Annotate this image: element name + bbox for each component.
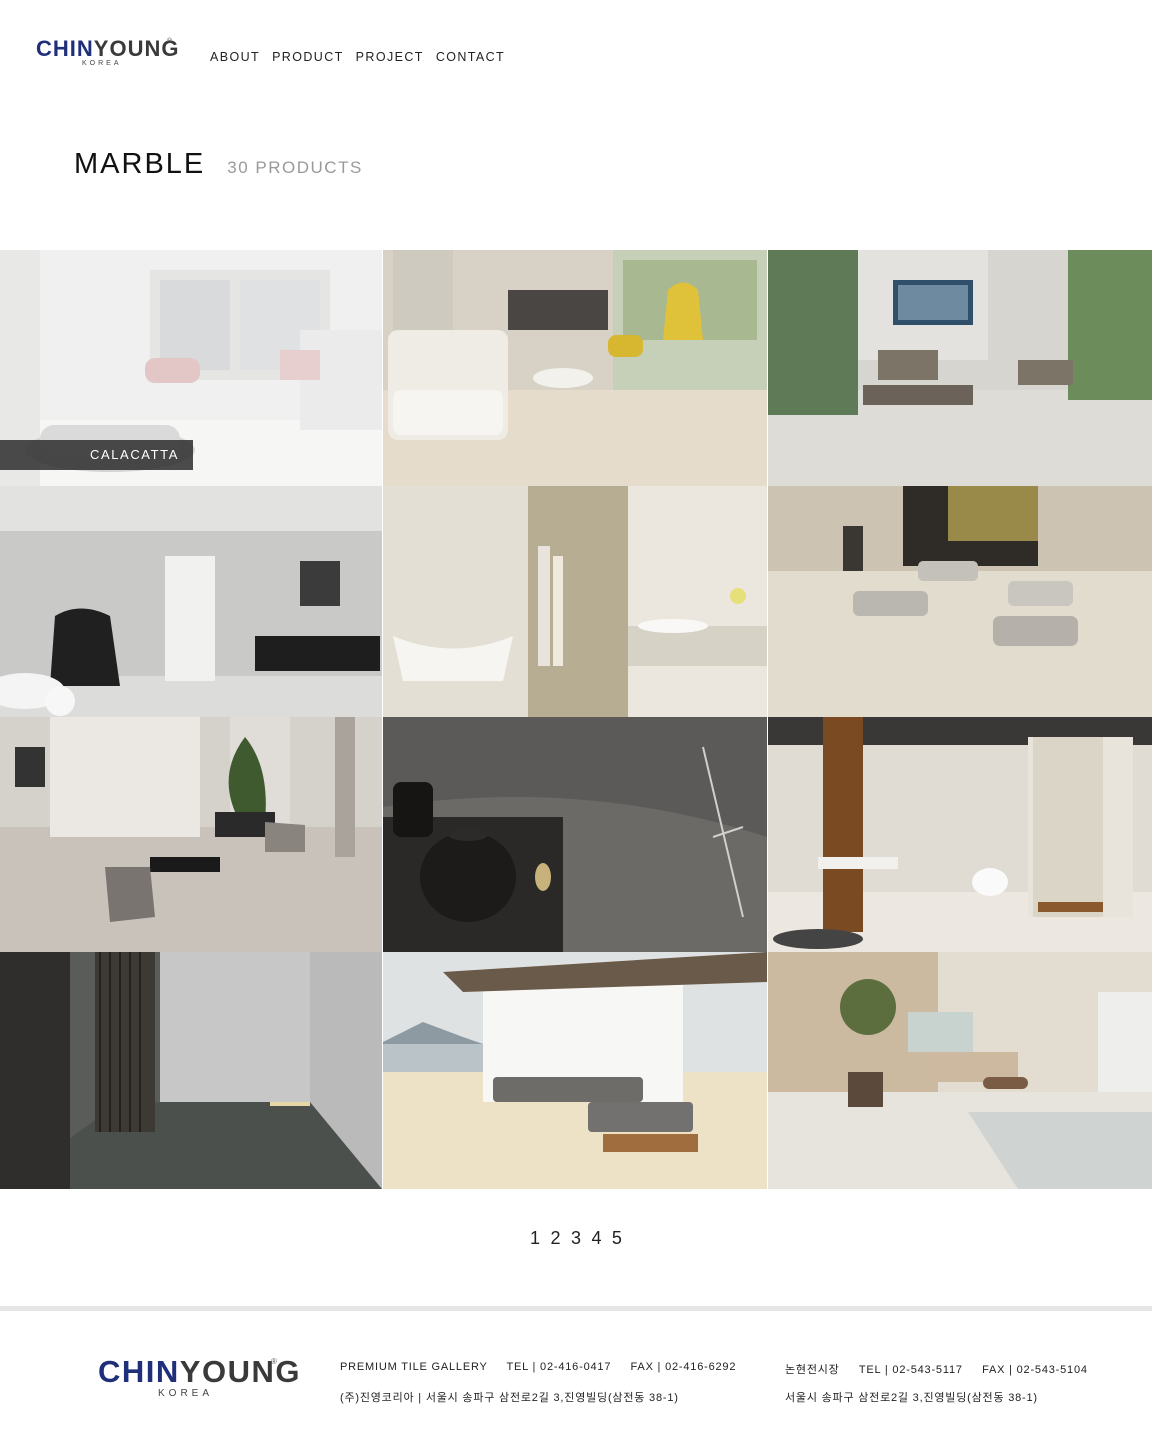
main-nav: ABOUT PRODUCT PROJECT CONTACT: [210, 50, 505, 64]
product-tile-bathroom-beige[interactable]: [383, 486, 767, 717]
product-tile-shower-room-beige[interactable]: [768, 717, 1152, 952]
gallery-address: (주)진영코리아 | 서울시 송파구 삼전로2길 3,진영빌딩(삼전동 38-1…: [340, 1392, 679, 1404]
registered-mark: ®: [167, 38, 173, 45]
product-tile-lobby-benches[interactable]: [768, 486, 1152, 717]
product-image: [768, 486, 1152, 717]
page-title: MARBLE: [74, 148, 206, 180]
product-image: [383, 250, 767, 486]
product-tile-bathroom-gray-wall[interactable]: [0, 486, 382, 717]
product-image: [768, 250, 1152, 486]
product-count: 30 PRODUCTS: [227, 158, 363, 177]
page-link-2[interactable]: 2: [551, 1228, 561, 1249]
site-logo[interactable]: CHINYOUNG ® KOREA: [36, 36, 180, 72]
page-link-4[interactable]: 4: [591, 1228, 601, 1249]
nav-about[interactable]: ABOUT: [210, 50, 260, 64]
product-tile-living-room-cream[interactable]: [383, 250, 767, 486]
showroom-contact: 논현전시장 TEL | 02-543-5117 FAX | 02-543-510…: [785, 1364, 1088, 1376]
site-footer: CHINYOUNG ® KOREA PREMIUM TILE GALLERY T…: [0, 1306, 1152, 1432]
footer-logo[interactable]: CHINYOUNG ® KOREA: [98, 1354, 301, 1403]
product-image: [383, 486, 767, 717]
product-image: [0, 952, 382, 1189]
product-tile-lounge-plants[interactable]: [0, 717, 382, 952]
product-grid: CALACATTA: [0, 250, 1152, 1189]
product-tile-living-room-white[interactable]: CALACATTA: [0, 250, 382, 486]
product-image: [383, 952, 767, 1189]
page-link-1[interactable]: 1: [530, 1228, 540, 1249]
product-image: [768, 717, 1152, 952]
product-tile-lobby-gray-sofas[interactable]: [768, 250, 1152, 486]
category-heading: MARBLE 30 PRODUCTS: [74, 148, 363, 181]
logo-subtitle: KOREA: [82, 60, 122, 67]
page-link-3[interactable]: 3: [571, 1228, 581, 1249]
site-header: CHINYOUNG ® KOREA ABOUT PRODUCT PROJECT …: [0, 0, 1152, 110]
nav-product[interactable]: PRODUCT: [272, 50, 344, 64]
showroom-address: 서울시 송파구 삼전로2길 3,진영빌딩(삼전동 38-1): [785, 1392, 1038, 1404]
product-tile-corridor-dark[interactable]: [0, 952, 382, 1189]
product-image: [383, 717, 767, 952]
product-name-label: CALACATTA: [0, 440, 193, 470]
product-image: [0, 717, 382, 952]
footer-logo-subtitle: KOREA: [158, 1388, 214, 1399]
footer-registered-mark: ®: [271, 1357, 277, 1366]
product-image: [768, 952, 1152, 1189]
product-image: [0, 486, 382, 717]
pagination: 1 2 3 4 5: [0, 1228, 1152, 1249]
logo-wordmark: CHINYOUNG: [36, 36, 180, 61]
product-tile-dark-stone-teapot[interactable]: [383, 717, 767, 952]
nav-contact[interactable]: CONTACT: [436, 50, 505, 64]
nav-project[interactable]: PROJECT: [356, 50, 424, 64]
product-tile-terrace-lake[interactable]: [383, 952, 767, 1189]
product-tile-indoor-pool[interactable]: [768, 952, 1152, 1189]
footer-logo-wordmark: CHINYOUNG: [98, 1354, 301, 1389]
gallery-contact: PREMIUM TILE GALLERY TEL | 02-416-0417 F…: [340, 1361, 737, 1373]
page-link-5[interactable]: 5: [612, 1228, 622, 1249]
